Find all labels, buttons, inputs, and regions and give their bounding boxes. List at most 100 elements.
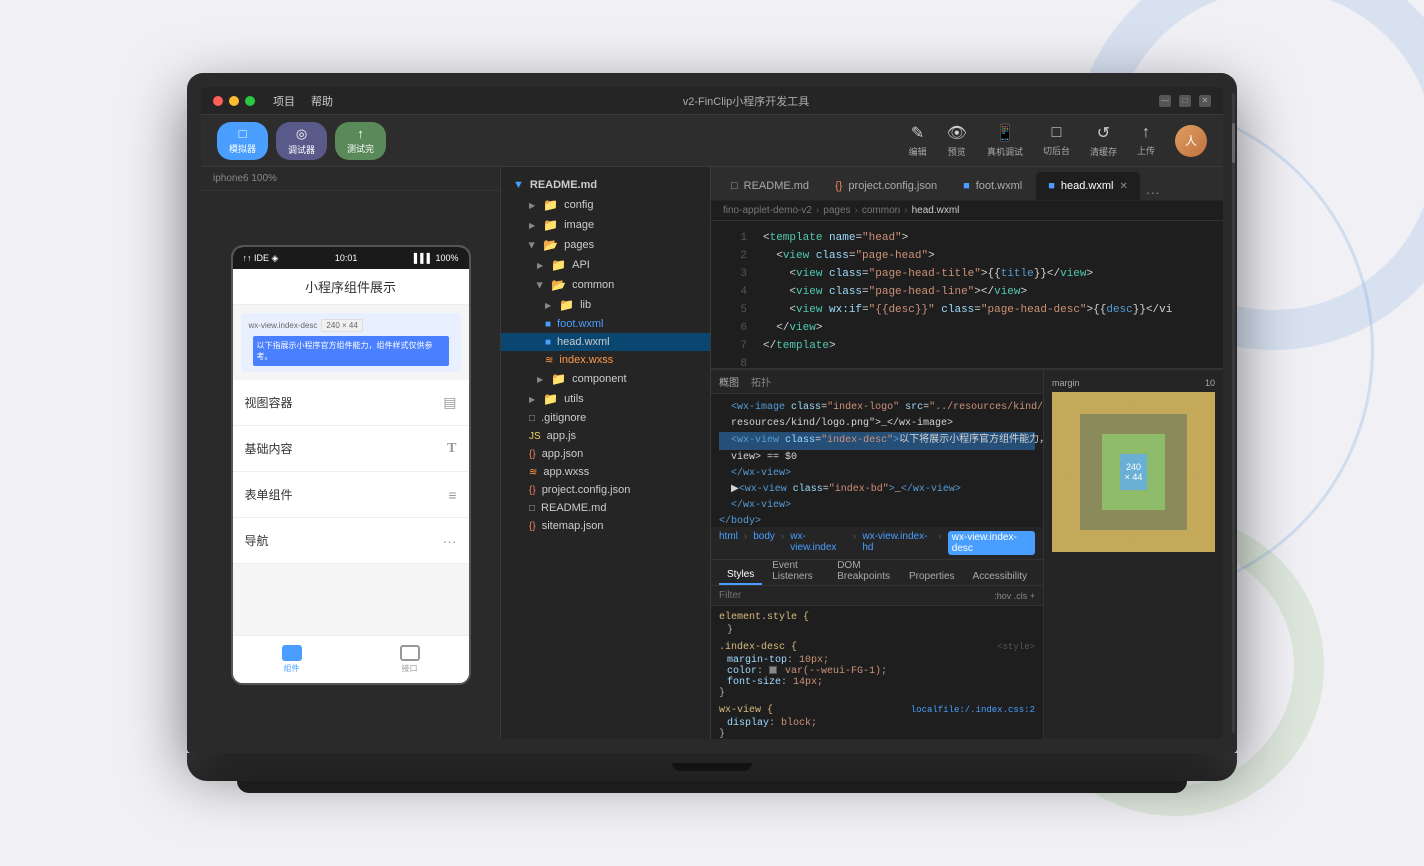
tree-item-pages[interactable]: ▶ 📂 pages — [501, 235, 710, 255]
html-line: <wx-image class="index-logo" src="../res… — [719, 400, 1035, 416]
tree-item-index-wxss[interactable]: ≋ index.wxss — [501, 351, 710, 369]
menu-item-basic-content[interactable]: 基础内容 T — [233, 426, 469, 472]
minimize-button[interactable] — [229, 96, 239, 106]
styles-filter-input[interactable] — [719, 590, 986, 601]
close-button[interactable] — [213, 96, 223, 106]
tree-item-config[interactable]: ▶ 📁 config — [501, 195, 710, 215]
css-prop-margin: margin-top: 10px; — [719, 655, 1035, 666]
status-time: 10:01 — [335, 253, 358, 263]
device-debug-action[interactable]: 📱 真机调试 — [987, 123, 1023, 158]
close-win[interactable]: ✕ — [1199, 95, 1211, 107]
properties-tab[interactable]: Properties — [901, 568, 963, 585]
edit-action[interactable]: ✎ 编辑 — [909, 123, 927, 158]
tab-readme[interactable]: □ README.md — [719, 172, 821, 200]
simulate-mode-button[interactable]: □ 模拟器 — [217, 122, 268, 160]
wxss-file-icon: ≋ — [529, 467, 537, 478]
editor-panel: □ README.md {} project.config.json ■ foo… — [711, 167, 1223, 739]
box-padding-visual: - - 240 × 44 - — [1102, 434, 1165, 510]
box-padding-top: - — [1108, 440, 1159, 454]
background-icon: □ — [1052, 124, 1062, 142]
box-border-top: - — [1086, 420, 1181, 434]
tree-item-app-wxss[interactable]: ≋ app.wxss — [501, 463, 710, 481]
tree-item-label: .gitignore — [541, 412, 586, 424]
minimize-win[interactable]: — — [1159, 95, 1171, 107]
preview-icon: 👁 — [947, 123, 967, 143]
tree-root: ▼ README.md — [501, 175, 710, 195]
tab-close-icon[interactable]: ✕ — [1119, 181, 1127, 192]
debug-label: 调试器 — [288, 143, 315, 156]
menu-label: 基础内容 — [245, 440, 293, 457]
node-html[interactable]: html — [719, 531, 738, 555]
folder-open-icon: 📂 — [543, 238, 558, 252]
tree-item-project-config[interactable]: {} project.config.json — [501, 481, 710, 499]
more-tabs-button[interactable]: ··· — [1146, 184, 1160, 200]
folder-icon: 📁 — [551, 372, 566, 386]
json-file-icon: {} — [529, 449, 536, 460]
tab-foot-wxml[interactable]: ■ foot.wxml — [951, 172, 1034, 200]
editor-main-split: 12345678 <template name="head"> <view cl… — [711, 221, 1223, 739]
tree-item-lib[interactable]: ▶ 📁 lib — [501, 295, 710, 315]
accessibility-tab[interactable]: Accessibility — [965, 568, 1035, 585]
device-debug-icon: 📱 — [995, 123, 1015, 143]
user-avatar[interactable]: 人 — [1175, 125, 1207, 157]
menu-item-view-container[interactable]: 视图容器 ▤ — [233, 380, 469, 426]
tab-head-wxml[interactable]: ■ head.wxml ✕ — [1036, 172, 1140, 200]
menu-item-project[interactable]: 项目 — [273, 93, 295, 109]
node-wx-view-index-hd[interactable]: wx-view.index-hd — [862, 531, 932, 555]
test-mode-button[interactable]: ↑ 测试完 — [335, 122, 386, 160]
json-file-icon: {} — [529, 485, 536, 496]
edit-icon: ✎ — [911, 123, 924, 143]
node-wx-view-index[interactable]: wx-view.index — [790, 531, 847, 555]
tree-item-foot-wxml[interactable]: ■ foot.wxml — [501, 315, 710, 333]
tree-item-common[interactable]: ▶ 📂 common — [501, 275, 710, 295]
overview-tab[interactable]: 概图 — [719, 374, 739, 389]
event-listeners-tab[interactable]: Event Listeners — [764, 557, 827, 585]
tree-item-gitignore[interactable]: □ .gitignore — [501, 409, 710, 427]
code-content[interactable]: <template name="head"> <view class="page… — [751, 221, 1223, 368]
tree-item-app-json[interactable]: {} app.json — [501, 445, 710, 463]
node-body[interactable]: body — [753, 531, 775, 555]
tree-item-label: utils — [564, 393, 584, 405]
debug-mode-button[interactable]: ◎ 调试器 — [276, 122, 327, 160]
menu-item-nav[interactable]: 导航 ··· — [233, 518, 469, 564]
chevron-icon: ▶ — [545, 301, 551, 310]
editor-tabs: □ README.md {} project.config.json ■ foo… — [711, 167, 1223, 201]
html-tree-area[interactable]: <wx-image class="index-logo" src="../res… — [711, 394, 1043, 527]
tab-project-config[interactable]: {} project.config.json — [823, 172, 949, 200]
tree-item-label: image — [564, 219, 594, 231]
tree-item-readme[interactable]: □ README.md — [501, 499, 710, 517]
laptop-foot — [237, 781, 1187, 793]
maximize-button[interactable] — [245, 96, 255, 106]
tree-item-app-js[interactable]: JS app.js — [501, 427, 710, 445]
maximize-win[interactable]: □ — [1179, 95, 1191, 107]
tree-item-api[interactable]: ▶ 📁 API — [501, 255, 710, 275]
tab-label: README.md — [744, 180, 809, 192]
dom-breakpoints-tab[interactable]: DOM Breakpoints — [829, 557, 899, 585]
tree-item-utils[interactable]: ▶ 📁 utils — [501, 389, 710, 409]
nav-item-components[interactable]: 组件 — [282, 645, 302, 674]
breadcrumb-item-1: fino-applet-demo-v2 — [723, 205, 812, 216]
preview-action[interactable]: 👁 预览 — [947, 123, 967, 158]
styles-tab[interactable]: Styles — [719, 566, 762, 585]
tree-item-head-wxml[interactable]: ■ head.wxml — [501, 333, 710, 351]
topology-tab[interactable]: 拓扑 — [751, 374, 771, 389]
code-line-6: </view> — [763, 319, 1211, 337]
node-wx-view-index-desc[interactable]: wx-view.index-desc — [948, 531, 1035, 555]
app-toolbar: □ 模拟器 ◎ 调试器 ↑ 测试完 ✎ 编辑 — [201, 115, 1223, 167]
code-line-5: <view wx:if="{{desc}}" class="page-head-… — [763, 301, 1211, 319]
html-line: </wx-view> — [719, 498, 1035, 514]
upload-action[interactable]: ↑ 上传 — [1137, 124, 1155, 157]
filter-hint: :hov .cls + — [994, 591, 1035, 601]
line-numbers: 12345678 — [711, 221, 751, 368]
phone-bottom-nav: 组件 接口 — [233, 635, 469, 683]
clear-cache-action[interactable]: ↺ 清缓存 — [1090, 123, 1117, 158]
tab-label: foot.wxml — [976, 180, 1022, 192]
breadcrumb-item-3: common — [862, 205, 900, 216]
nav-item-interface[interactable]: 接口 — [400, 645, 420, 674]
background-action[interactable]: □ 切后台 — [1043, 124, 1070, 157]
tree-item-image[interactable]: ▶ 📁 image — [501, 215, 710, 235]
tree-item-component[interactable]: ▶ 📁 component — [501, 369, 710, 389]
tree-item-sitemap[interactable]: {} sitemap.json — [501, 517, 710, 535]
menu-item-help[interactable]: 帮助 — [311, 93, 333, 109]
menu-item-form[interactable]: 表单组件 ≡ — [233, 472, 469, 518]
